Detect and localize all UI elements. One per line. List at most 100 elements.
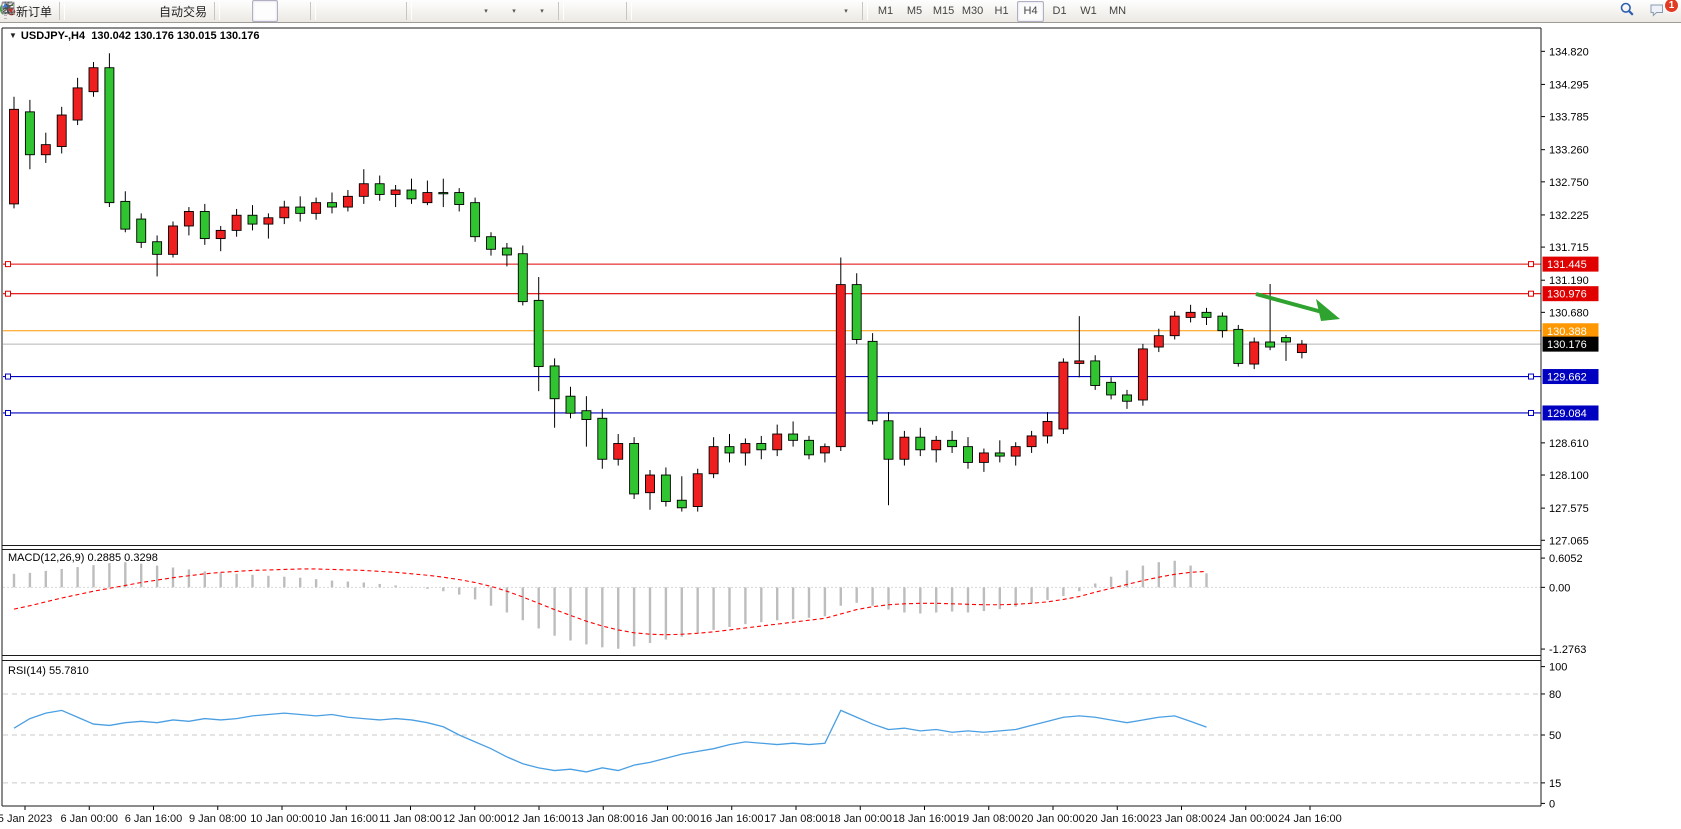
macd-indicator-label: MACD(12,26,9) 0.2885 0.3298: [8, 552, 158, 564]
timeframe-button-m30[interactable]: M30: [959, 1, 986, 22]
signals-icon-button[interactable]: [125, 0, 151, 22]
search-button[interactable]: [1620, 1, 1646, 23]
arrows-button[interactable]: ▾: [832, 0, 858, 22]
arrows-button-dropdown-arrow[interactable]: ▾: [844, 7, 848, 15]
notifications-button[interactable]: 1: [1648, 1, 1674, 23]
time-tick-label: 19 Jan 08:00: [957, 813, 1021, 825]
line-drag-handle-icon[interactable]: [6, 262, 11, 267]
bull-candle: [264, 218, 273, 224]
bull-candle: [646, 475, 655, 493]
price-axis[interactable]: 134.820134.295133.785133.260132.750132.2…: [1541, 46, 1599, 810]
price-tick-label: 130.680: [1549, 307, 1589, 319]
auto-scroll-button[interactable]: [416, 0, 442, 22]
bull-candle: [359, 184, 368, 197]
bar-chart-type-button[interactable]: [224, 0, 250, 22]
timeframe-button-m15[interactable]: M15: [930, 1, 957, 22]
bull-candle: [900, 437, 909, 459]
timeframe-button-m1[interactable]: M1: [872, 1, 899, 22]
rsi-tick-label: 0: [1549, 798, 1555, 810]
price-tick-label: 128.610: [1549, 438, 1589, 450]
bull-candle: [391, 190, 400, 194]
time-axis[interactable]: 5 Jan 20236 Jan 00:006 Jan 16:009 Jan 08…: [0, 806, 1342, 825]
timeframe-button-mn[interactable]: MN: [1104, 1, 1131, 22]
bull-candle: [741, 443, 750, 452]
bear-candle: [502, 248, 511, 255]
toolbar-separator: [214, 2, 220, 20]
trend-arrow-line[interactable]: [1256, 294, 1322, 312]
chevron-down-icon[interactable]: ▼: [9, 31, 17, 40]
level-price-label: 129.662: [1547, 372, 1587, 384]
time-tick-label: 12 Jan 16:00: [507, 813, 571, 825]
bear-candle: [487, 237, 496, 250]
trend-arrow-head-icon[interactable]: [1316, 299, 1340, 321]
market-watch-icon-button[interactable]: [69, 0, 95, 22]
timeframe-button-m5[interactable]: M5: [901, 1, 928, 22]
bull-candle: [280, 207, 289, 218]
bear-candle: [137, 219, 146, 242]
timeframe-button-d1[interactable]: D1: [1046, 1, 1073, 22]
bull-candle: [1075, 361, 1084, 364]
vertical-line-button[interactable]: [636, 0, 662, 22]
indicators-button-dropdown-arrow[interactable]: ▾: [540, 7, 544, 15]
timeframe-button-h4[interactable]: H4: [1017, 1, 1044, 22]
cursor-button[interactable]: [568, 0, 594, 22]
horizontal-line-button[interactable]: [664, 0, 690, 22]
price-tick-label: 133.785: [1549, 112, 1589, 124]
toolbar-separator: [406, 2, 412, 20]
zoom-in-button[interactable]: [320, 0, 346, 22]
timeframe-button-w1[interactable]: W1: [1075, 1, 1102, 22]
trend-arrow-annotation[interactable]: [1256, 294, 1340, 321]
auto-trading-button[interactable]: 自动交易: [153, 0, 210, 22]
line-drag-handle-icon[interactable]: [1529, 374, 1534, 379]
new-chart-button-dropdown-arrow[interactable]: ▾: [484, 7, 488, 15]
text-label-button[interactable]: T: [804, 0, 830, 22]
price-tick-label: 131.715: [1549, 242, 1589, 254]
new-order-button-label: 新订单: [16, 3, 52, 20]
symbol-label: USDJPY-,H4: [21, 30, 85, 42]
line-drag-handle-icon[interactable]: [1529, 291, 1534, 296]
bull-candle: [1011, 447, 1020, 456]
time-tick-label: 24 Jan 16:00: [1278, 813, 1342, 825]
level-price-label: 130.388: [1547, 326, 1587, 338]
trendline-button[interactable]: [692, 0, 718, 22]
bear-candle: [534, 300, 543, 366]
line-drag-handle-icon[interactable]: [6, 291, 11, 296]
level-price-label: 131.445: [1547, 259, 1587, 271]
bull-candle: [1186, 312, 1195, 317]
search-icon: [1619, 1, 1635, 17]
line-chart-type-button[interactable]: [280, 0, 306, 22]
community-icon-button[interactable]: [97, 0, 123, 22]
bull-candle: [773, 434, 782, 450]
crosshair-button[interactable]: [596, 0, 622, 22]
candlestick-type-button[interactable]: [252, 0, 278, 22]
bear-candle: [661, 475, 670, 501]
new-chart-button[interactable]: ▾: [472, 0, 498, 22]
bear-candle: [1266, 342, 1275, 347]
timeframe-button-h1[interactable]: H1: [988, 1, 1015, 22]
text-button[interactable]: A: [776, 0, 802, 22]
bear-candle: [200, 211, 209, 238]
indicators-button[interactable]: ▾: [528, 0, 554, 22]
equidistant-channel-button[interactable]: E: [720, 0, 746, 22]
periods-button-dropdown-arrow[interactable]: ▾: [512, 7, 516, 15]
line-drag-handle-icon[interactable]: [6, 410, 11, 415]
bear-candle: [439, 193, 448, 194]
bull-candle: [89, 68, 98, 92]
periods-button[interactable]: ▾: [500, 0, 526, 22]
macd-tick-label: 0.6052: [1549, 553, 1583, 565]
new-order-button[interactable]: 新订单: [10, 0, 55, 22]
tile-windows-button[interactable]: [376, 0, 402, 22]
chart-shift-button[interactable]: [444, 0, 470, 22]
line-drag-handle-icon[interactable]: [1529, 262, 1534, 267]
current-price-label: 130.176: [1547, 339, 1587, 351]
bull-candle: [1154, 336, 1163, 347]
level-price-label: 130.976: [1547, 289, 1587, 301]
zoom-out-button[interactable]: [348, 0, 374, 22]
price-tick-label: 131.190: [1549, 275, 1589, 287]
line-drag-handle-icon[interactable]: [6, 374, 11, 379]
fibonacci-button[interactable]: F: [748, 0, 774, 22]
bull-candle: [169, 226, 178, 254]
bear-candle: [630, 443, 639, 493]
line-drag-handle-icon[interactable]: [1529, 410, 1534, 415]
time-tick-label: 11 Jan 08:00: [379, 813, 442, 825]
